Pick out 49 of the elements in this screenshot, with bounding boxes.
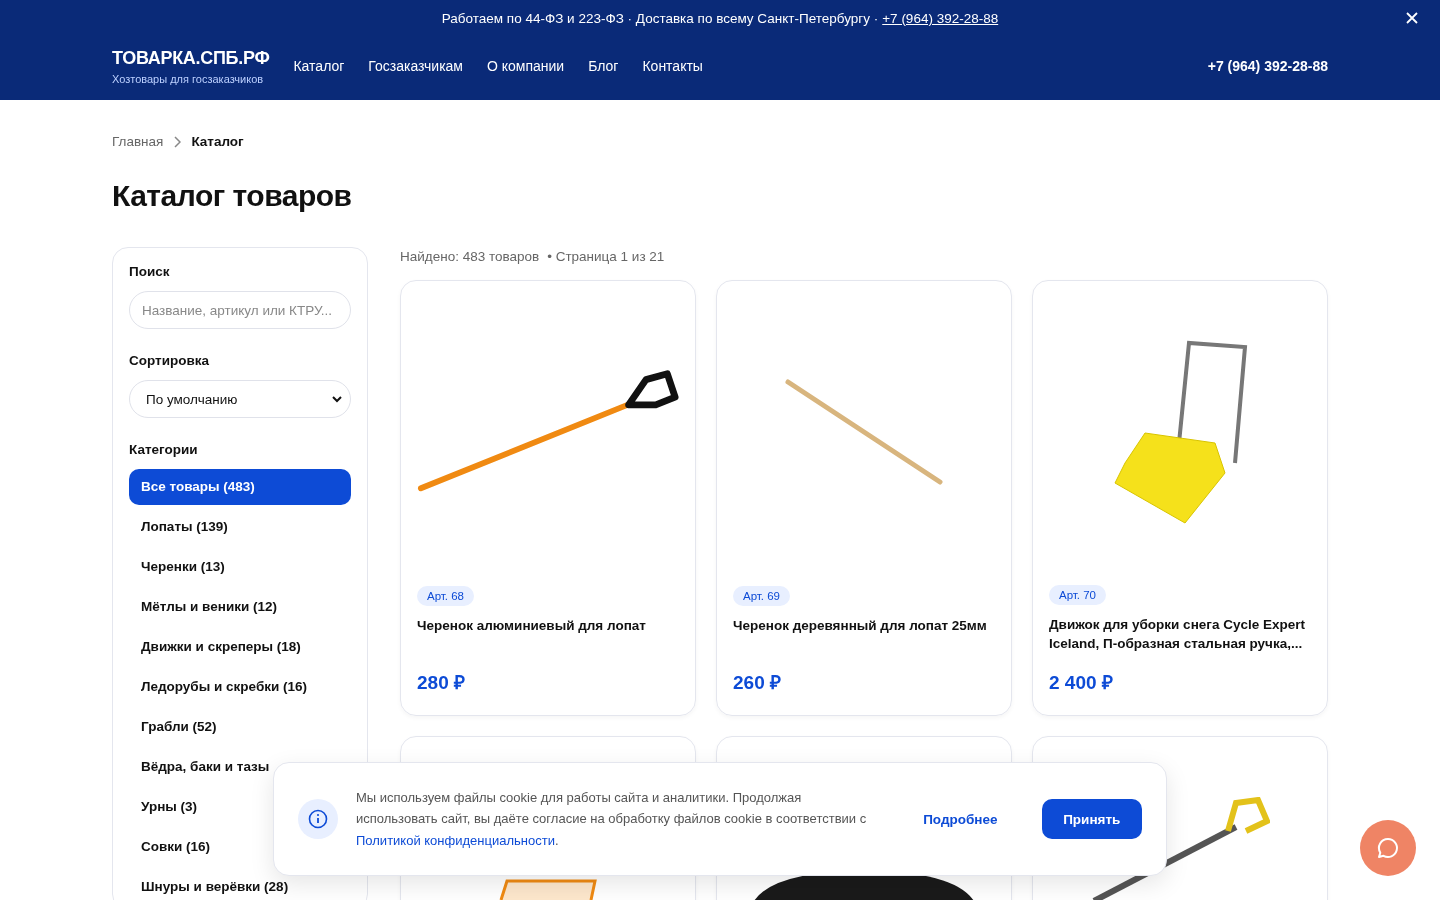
chevron-down-icon bbox=[332, 395, 342, 403]
article-tag: Арт. 68 bbox=[417, 585, 474, 606]
sort-label: Сортировка bbox=[129, 353, 211, 368]
nav-link[interactable]: Госзаказчикам bbox=[368, 58, 463, 74]
product-price: 280 ₽ bbox=[417, 671, 466, 695]
page-info: • Страница 1 из 21 bbox=[547, 249, 665, 264]
product-card[interactable]: Арт. 70 Движок для уборки снега Cycle Expert Iceland, П-образная стальная ручка,... 2 400 ₽ bbox=[1032, 280, 1328, 716]
category-item[interactable]: Лопаты (139) bbox=[129, 509, 351, 545]
nav-link[interactable]: О компании bbox=[486, 58, 565, 74]
close-icon[interactable] bbox=[1404, 10, 1420, 26]
product-price: 2 400 ₽ bbox=[1049, 671, 1114, 695]
product-card[interactable]: Арт. 68 Черенок алюминиевый для лопат 280 ₽ bbox=[400, 280, 696, 716]
product-name: Черенок деревянный для лопат 25мм bbox=[733, 616, 988, 635]
category-item[interactable]: Движки и скреперы (18) bbox=[129, 629, 351, 665]
category-item[interactable]: Мётлы и веники (12) bbox=[129, 589, 351, 625]
category-item[interactable]: Шнуры и верёвки (28) bbox=[129, 869, 351, 900]
header-phone[interactable]: +7 (964) 392-28-88 bbox=[1207, 58, 1328, 74]
privacy-policy-link[interactable]: Политикой конфиденциальности bbox=[356, 832, 555, 848]
product-price: 260 ₽ bbox=[733, 671, 782, 695]
nav-link[interactable]: Каталог bbox=[293, 58, 345, 74]
chat-button[interactable] bbox=[1360, 820, 1416, 876]
chat-bubble-icon bbox=[1376, 836, 1400, 860]
categories-label: Категории bbox=[129, 442, 199, 457]
search-label: Поиск bbox=[129, 264, 171, 279]
page-title: Каталог товаров bbox=[112, 179, 353, 213]
chevron-right-icon bbox=[173, 135, 182, 148]
info-icon bbox=[298, 799, 338, 839]
category-item[interactable]: Все товары (483) bbox=[129, 469, 351, 505]
breadcrumb-link[interactable]: Каталог bbox=[191, 134, 244, 149]
search-field[interactable]: Название, артикул или КТРУ... bbox=[129, 291, 351, 329]
more-link[interactable]: Подробнее bbox=[923, 811, 998, 827]
breadcrumb-link[interactable]: Главная bbox=[112, 134, 164, 149]
category-item[interactable]: Ледорубы и скребки (16) bbox=[129, 669, 351, 705]
logo-tagline: Хозтовары для госзаказчиков bbox=[112, 72, 265, 85]
nav-link[interactable]: Блог bbox=[588, 58, 619, 74]
logo-text[interactable]: ТОВАРКА.СПБ.РФ bbox=[112, 47, 270, 69]
accept-button[interactable]: Принять bbox=[1041, 799, 1142, 839]
phone-link[interactable]: +7 (964) 392-28-88 bbox=[882, 10, 999, 26]
article-tag: Арт. 70 bbox=[1049, 585, 1106, 605]
article-tag: Арт. 69 bbox=[733, 585, 790, 606]
results-count: Найдено: 483 товаров bbox=[400, 249, 540, 264]
nav-link[interactable]: Контакты bbox=[642, 58, 703, 74]
product-name: Черенок алюминиевый для лопат bbox=[417, 616, 647, 635]
category-item[interactable]: Грабли (52) bbox=[129, 709, 351, 745]
product-name: Движок для уборки снега Cycle Expert Iceland, П-образная стальная ручка,... bbox=[1049, 616, 1306, 653]
product-card[interactable]: Арт. 69 Черенок деревянный для лопат 25мм 260 ₽ bbox=[716, 280, 1012, 716]
announcement-text: Работаем по 44-ФЗ и 223-ФЗ · Доставка по всему Санкт-Петербургу · bbox=[441, 10, 879, 26]
cookie-message: Мы используем файлы cookie для работы сайта и аналитики. Продолжая использовать сайт, вы даёте согласие на обработку файлов cookie в соответствии с Политикой конфиденциальности. bbox=[356, 788, 868, 850]
category-item[interactable]: Черенки (13) bbox=[129, 549, 351, 585]
